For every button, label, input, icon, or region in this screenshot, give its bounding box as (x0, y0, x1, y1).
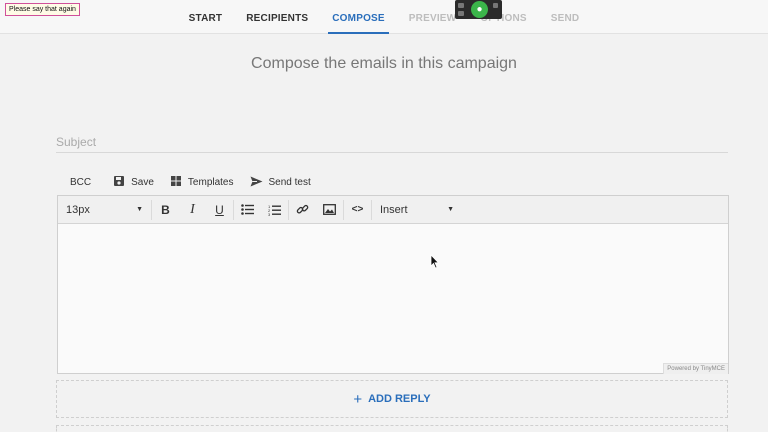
save-label: Save (131, 177, 154, 188)
bcc-label: BCC (70, 177, 92, 188)
next-section-outline (56, 425, 728, 432)
send-icon (250, 176, 263, 190)
widget-menu-icon[interactable] (458, 3, 464, 8)
templates-icon (170, 175, 182, 190)
step-start[interactable]: START (189, 0, 223, 34)
font-size-select[interactable]: 13px ▼ (58, 196, 151, 224)
insert-label: Insert (380, 203, 408, 216)
image-icon[interactable] (316, 196, 343, 224)
send-test-label: Send test (268, 177, 311, 188)
chevron-down-icon: ▼ (136, 206, 143, 213)
compose-actions: BCC Save Templates Send test (70, 175, 311, 190)
templates-label: Templates (187, 177, 234, 188)
underline-icon[interactable]: U (206, 196, 233, 224)
step-compose[interactable]: COMPOSE (328, 0, 389, 34)
svg-text:3: 3 (268, 212, 271, 216)
italic-icon[interactable]: I (179, 196, 206, 224)
numbered-list-icon[interactable]: 123 (261, 196, 288, 224)
plus-icon: + (353, 390, 363, 408)
step-send: SEND (550, 13, 580, 24)
microphone-icon[interactable]: ● (471, 1, 488, 18)
email-editor: 13px ▼ B I U 123 <> Insert ▼ Powered by … (57, 195, 729, 374)
code-icon[interactable]: <> (344, 196, 371, 224)
save-icon (113, 175, 125, 190)
add-reply-label: ADD REPLY (368, 393, 431, 405)
voice-feedback-toast: Please say that again (5, 3, 80, 16)
editor-body[interactable]: Powered by TinyMCE (58, 224, 728, 374)
powered-by-label[interactable]: Powered by TinyMCE (663, 363, 728, 374)
subject-input[interactable] (56, 135, 728, 149)
top-navigation: START RECIPIENTS COMPOSE PREVIEW OPTIONS… (0, 0, 768, 34)
step-preview: PREVIEW (408, 13, 457, 24)
link-icon[interactable] (289, 196, 316, 224)
bcc-button[interactable]: BCC (70, 177, 91, 188)
font-size-value: 13px (66, 203, 90, 216)
add-reply-button[interactable]: + ADD REPLY (56, 380, 728, 418)
editor-toolbar: 13px ▼ B I U 123 <> Insert ▼ (58, 196, 728, 224)
widget-close-icon[interactable] (493, 3, 498, 8)
chevron-down-icon: ▼ (447, 206, 454, 213)
mouse-cursor-icon (430, 254, 440, 274)
bullet-list-icon[interactable] (234, 196, 261, 224)
send-test-button[interactable]: Send test (250, 176, 311, 190)
subject-field[interactable] (56, 133, 728, 153)
wizard-steps: START RECIPIENTS COMPOSE PREVIEW OPTIONS… (0, 0, 768, 34)
page-title: Compose the emails in this campaign (251, 55, 517, 72)
insert-menu[interactable]: Insert ▼ (372, 196, 462, 224)
templates-button[interactable]: Templates (170, 175, 234, 190)
voice-control-widget[interactable]: ● (455, 0, 502, 19)
widget-settings-icon[interactable] (458, 11, 464, 16)
save-button[interactable]: Save (113, 175, 154, 190)
step-recipients[interactable]: RECIPIENTS (246, 0, 308, 34)
bold-icon[interactable]: B (152, 196, 179, 224)
